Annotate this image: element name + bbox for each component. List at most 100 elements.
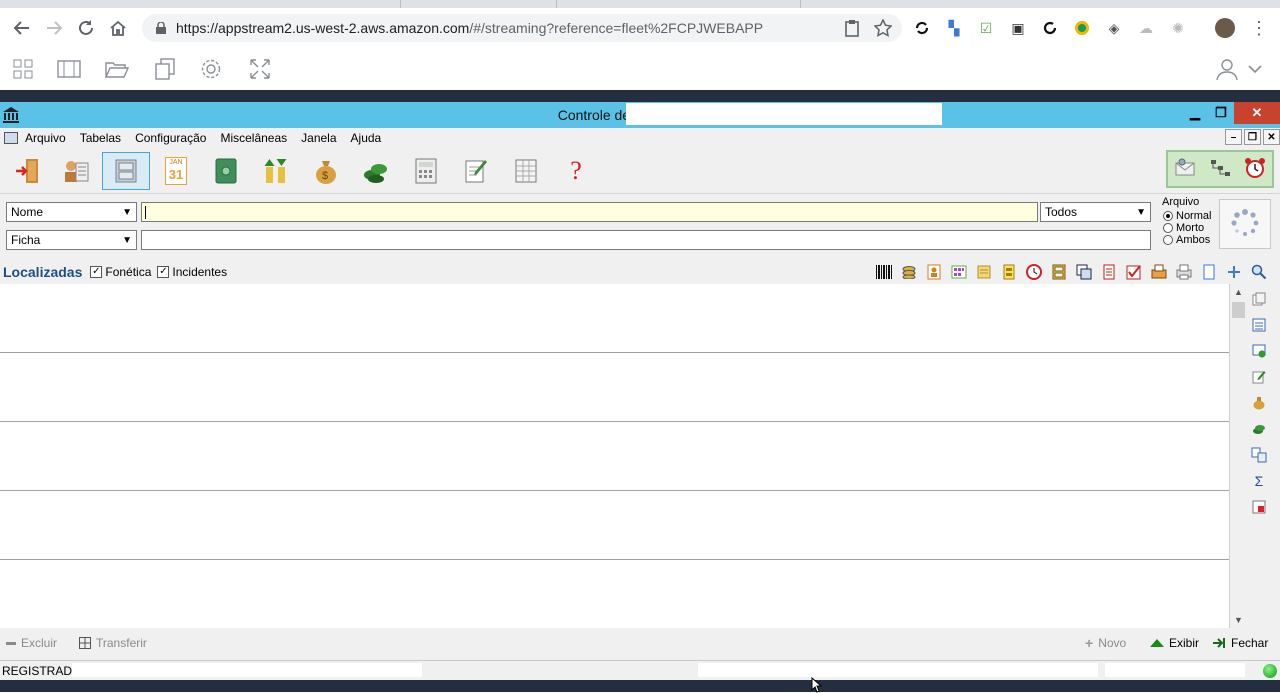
radio-button[interactable] [1163, 211, 1173, 221]
add-plus-icon[interactable] [1225, 263, 1243, 281]
person-badge-icon[interactable] [925, 263, 943, 281]
kebab-menu-icon[interactable]: ⋮ [1250, 18, 1268, 39]
results-grid[interactable] [0, 284, 1229, 628]
incidentes-checkbox[interactable]: ✓ Incidentes [157, 265, 227, 279]
coins-button[interactable] [352, 152, 400, 190]
calculator-button[interactable] [402, 152, 450, 190]
settings-gear-icon[interactable] [198, 56, 224, 82]
coins-stack-icon[interactable] [900, 263, 918, 281]
window-panels-icon[interactable] [56, 56, 82, 82]
radio-normal[interactable]: Normal [1163, 210, 1211, 222]
box-extension-icon[interactable]: ◈ [1104, 18, 1124, 38]
menu-arquivo[interactable]: Arquivo [18, 131, 73, 145]
print-preview-icon[interactable] [1150, 263, 1168, 281]
money-bag-button[interactable]: $ [302, 152, 350, 190]
folder-note-icon[interactable] [975, 263, 993, 281]
results-scrollbar[interactable]: ▲ ▼ [1229, 284, 1246, 628]
fechar-button[interactable]: Fechar [1212, 636, 1268, 650]
search-field-select-2[interactable]: Ficha ▼ [6, 230, 137, 250]
back-arrow-icon[interactable] [6, 12, 38, 44]
checkmark-box-icon[interactable] [1125, 263, 1143, 281]
barcode-icon[interactable] [875, 263, 893, 281]
shield-extension-icon[interactable]: ▣ [1008, 18, 1028, 38]
clipboard-icon[interactable] [844, 19, 860, 40]
menu-configuracao[interactable]: Configuração [128, 131, 213, 145]
clock-icon[interactable] [1025, 263, 1043, 281]
refresh-extension-icon[interactable] [1040, 18, 1060, 38]
cabinet-icon[interactable] [1050, 263, 1068, 281]
menu-miscelaneas[interactable]: Miscelâneas [213, 131, 294, 145]
flowchart-icon[interactable] [1209, 158, 1231, 181]
printer-icon[interactable] [1175, 263, 1193, 281]
windows-cascade-icon[interactable] [1075, 263, 1093, 281]
radio-morto[interactable]: Morto [1163, 222, 1211, 234]
excluir-button[interactable]: Excluir [6, 636, 57, 650]
mdi-minimize-button[interactable]: – [1225, 129, 1242, 145]
mdi-restore-button[interactable]: ❐ [1244, 129, 1261, 145]
menu-janela[interactable]: Janela [294, 131, 343, 145]
sync-extension-icon[interactable] [912, 18, 932, 38]
home-icon[interactable] [102, 12, 134, 44]
safe-button[interactable] [202, 152, 250, 190]
archive-cabinet-button[interactable] [102, 152, 150, 190]
report-red-icon[interactable] [1250, 498, 1268, 516]
money-bag-small-icon[interactable] [1250, 394, 1268, 412]
mdi-close-button[interactable]: ✕ [1263, 129, 1280, 145]
add-window-icon[interactable] [1250, 342, 1268, 360]
radio-ambos[interactable]: Ambos [1163, 234, 1211, 246]
minimize-button[interactable]: ▁ [1182, 102, 1208, 124]
address-bar[interactable]: https://appstream2.us-west-2.aws.amazon.… [142, 14, 902, 42]
notepad-edit-button[interactable] [452, 152, 500, 190]
chevron-down-icon[interactable] [1242, 56, 1268, 82]
radio-button[interactable] [1163, 235, 1173, 245]
color-extension-icon[interactable] [1072, 18, 1092, 38]
clients-button[interactable] [52, 152, 100, 190]
network-docs-icon[interactable] [1250, 446, 1268, 464]
menu-ajuda[interactable]: Ajuda [344, 131, 389, 145]
transfer-arrows-button[interactable] [252, 152, 300, 190]
blank-page-icon[interactable] [1200, 263, 1218, 281]
menu-tabelas[interactable]: Tabelas [73, 131, 128, 145]
calendar-button[interactable]: JAN 31 [152, 152, 200, 190]
fonetica-checkbox[interactable]: ✓ Fonética [90, 265, 151, 279]
checkbox-checked[interactable]: ✓ [157, 266, 170, 278]
list-view-icon[interactable] [1250, 316, 1268, 334]
bookmark-star-icon[interactable] [873, 18, 893, 40]
alarm-clock-icon[interactable] [1244, 157, 1266, 182]
mail-alert-icon[interactable] [1174, 158, 1196, 181]
stack-docs-icon[interactable] [1000, 263, 1018, 281]
cloud-extension-icon[interactable]: ☁ [1136, 18, 1156, 38]
document-red-icon[interactable] [1100, 263, 1118, 281]
search-input-2[interactable] [141, 230, 1151, 250]
user-icon[interactable] [1214, 56, 1240, 82]
exit-door-button[interactable] [4, 152, 52, 190]
forward-arrow-icon[interactable] [38, 12, 70, 44]
help-button[interactable]: ? [552, 152, 600, 190]
grid-apps-icon[interactable] [10, 56, 36, 82]
scroll-down-arrow[interactable]: ▼ [1230, 612, 1247, 628]
fullscreen-icon[interactable] [247, 56, 273, 82]
search-input-1[interactable] [141, 202, 1038, 222]
scroll-up-arrow[interactable]: ▲ [1230, 284, 1247, 300]
magnifier-icon[interactable] [1250, 263, 1268, 281]
radio-button[interactable] [1163, 223, 1173, 233]
edit-note-icon[interactable] [1250, 368, 1268, 386]
novo-button[interactable]: + Novo [1085, 635, 1126, 651]
check-extension-icon[interactable]: ☑ [976, 18, 996, 38]
sigma-icon[interactable]: Σ [1250, 472, 1268, 490]
copy-icon[interactable] [152, 56, 178, 82]
calendar-grid-icon[interactable] [950, 263, 968, 281]
table-sheet-button[interactable] [502, 152, 550, 190]
coins-small-icon[interactable] [1250, 420, 1268, 438]
gear-extension-icon[interactable]: ✺ [1168, 18, 1188, 38]
close-button[interactable]: ✕ [1234, 102, 1280, 124]
reload-icon[interactable] [70, 12, 102, 44]
profile-avatar[interactable] [1215, 18, 1235, 38]
exibir-button[interactable]: Exibir [1150, 636, 1199, 650]
transferir-button[interactable]: Transferir [79, 636, 147, 650]
folder-open-icon[interactable] [104, 56, 130, 82]
status-filter-select[interactable]: Todos ▼ [1040, 202, 1151, 222]
scroll-thumb[interactable] [1232, 302, 1245, 318]
puzzle-extension-icon[interactable]: ▚ [944, 18, 964, 38]
restore-button[interactable]: ❐ [1208, 102, 1234, 124]
